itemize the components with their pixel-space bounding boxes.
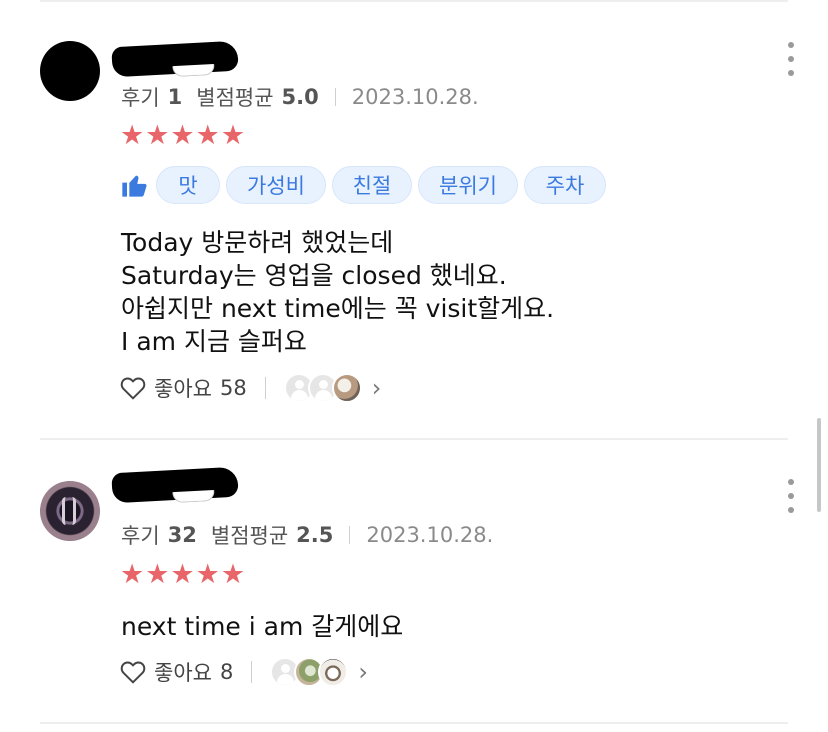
like-label[interactable]: 좋아요	[154, 373, 212, 403]
redacted-username	[111, 40, 239, 78]
review-date: 2023.10.28.	[366, 523, 494, 547]
avg-rating-label: 별점평균	[196, 86, 274, 110]
top-divider	[40, 0, 788, 2]
avatar[interactable]	[40, 481, 100, 541]
star-rating: ★★★★★	[120, 559, 247, 590]
more-dot	[788, 42, 794, 48]
more-options-button[interactable]	[786, 479, 796, 513]
review-count-label: 후기	[121, 524, 160, 548]
chevron-right-icon[interactable]: ›	[372, 374, 382, 402]
meta-separator	[349, 526, 351, 544]
tag-chip[interactable]: 가성비	[226, 166, 326, 204]
meta-separator	[334, 88, 336, 106]
like-separator	[264, 377, 266, 399]
reviewer-stats: 후기 32 별점평균 2.5 2023.10.28.	[121, 520, 493, 550]
more-dot	[788, 493, 794, 499]
liker-avatars[interactable]	[270, 657, 349, 687]
like-count: 58	[219, 376, 247, 400]
review-count-label: 후기	[121, 86, 160, 110]
liker-avatar	[318, 657, 349, 687]
avg-rating-label: 별점평균	[210, 524, 289, 548]
more-dot	[788, 70, 794, 76]
like-row: 좋아요 8 ›	[120, 657, 368, 687]
review-text-line: next time i am 갈게에요	[121, 612, 404, 641]
more-dot	[788, 56, 794, 62]
tag-chip[interactable]: 주차	[524, 166, 606, 204]
review-text: Today 방문하려 했었는데 Saturday는 영업을 closed 했네요…	[121, 226, 554, 358]
avatar[interactable]	[40, 41, 100, 101]
like-row: 좋아요 58 ›	[120, 373, 381, 403]
review-text-line: 아쉽지만 next time에는 꼭 visit할게요.	[121, 294, 555, 323]
heart-outline-icon[interactable]	[120, 376, 146, 400]
review-count: 32	[167, 523, 197, 547]
tag-list: 맛 가성비 친절 분위기 주차	[120, 166, 612, 204]
review-count: 1	[167, 85, 183, 109]
avg-rating: 2.5	[296, 523, 334, 547]
star-rating: ★★★★★	[120, 120, 247, 151]
review-text-line: Today 방문하려 했었는데	[121, 228, 394, 257]
review-text: next time i am 갈게에요	[121, 610, 403, 643]
bottom-divider	[40, 722, 788, 724]
thumbs-up-icon	[122, 175, 147, 197]
tag-chip[interactable]: 분위기	[418, 166, 518, 204]
like-count: 8	[219, 660, 234, 684]
tag-chip[interactable]: 친절	[332, 166, 412, 204]
review-divider	[40, 438, 788, 440]
like-label[interactable]: 좋아요	[154, 657, 212, 687]
avg-rating: 5.0	[281, 85, 319, 109]
heart-outline-icon[interactable]	[120, 660, 146, 684]
review-text-line: Saturday는 영업을 closed 했네요.	[121, 261, 507, 290]
liker-avatar	[331, 373, 362, 403]
scrollbar[interactable]	[817, 418, 821, 512]
liker-avatars[interactable]	[283, 373, 362, 403]
review-text-line: I am 지금 슬퍼요	[121, 327, 307, 356]
reviewer-stats: 후기 1 별점평균 5.0 2023.10.28.	[121, 82, 479, 112]
more-dot	[788, 479, 794, 485]
more-options-button[interactable]	[786, 42, 796, 76]
redacted-username	[111, 466, 239, 504]
tag-chip[interactable]: 맛	[156, 166, 220, 204]
more-dot	[788, 507, 794, 513]
chevron-right-icon[interactable]: ›	[358, 658, 368, 686]
review-date: 2023.10.28.	[351, 85, 479, 109]
like-separator	[251, 661, 253, 683]
